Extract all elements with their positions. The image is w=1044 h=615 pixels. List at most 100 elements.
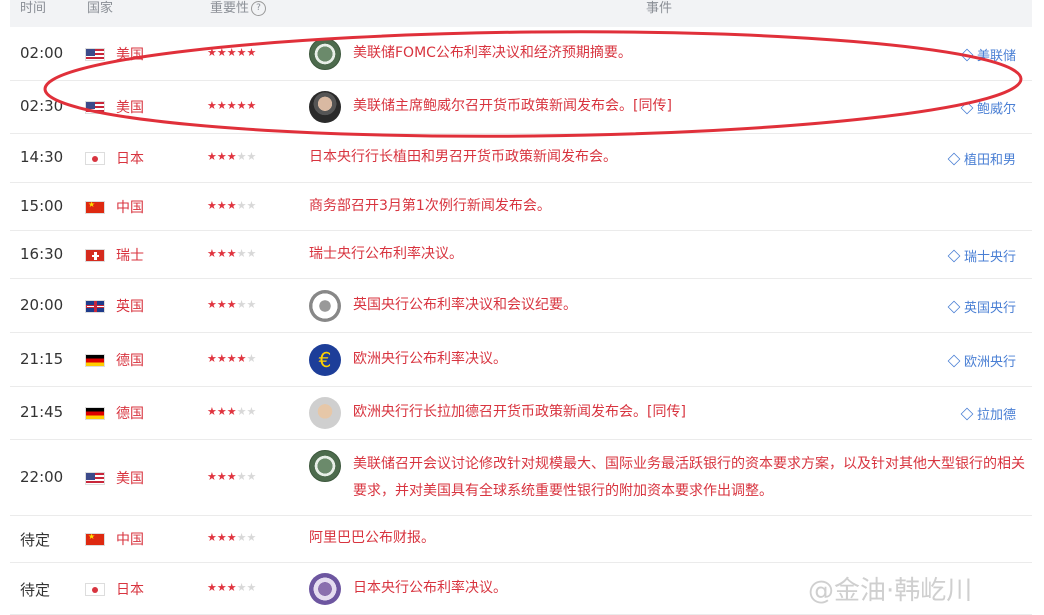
related-tag-link[interactable]: 鲍威尔 [960, 98, 1016, 117]
star-empty-icon: ★ [236, 246, 247, 260]
star-filled-icon: ★ [226, 405, 237, 418]
star-filled-icon: ★ [226, 351, 237, 365]
event-description[interactable]: 日本央行行长植田和男召开货币政策新闻发布会。 [309, 144, 617, 171]
country-label: 日本 [116, 581, 144, 598]
related-tag-link[interactable]: 植田和男 [947, 149, 1016, 168]
star-filled-icon: ★ [216, 351, 227, 365]
event-description[interactable]: 瑞士央行公布利率决议。 [309, 241, 463, 268]
header-importance-label: 重要性 [210, 1, 250, 16]
flag-de-icon [85, 407, 105, 420]
importance-stars: ★★★★★ [207, 298, 256, 311]
star-filled-icon: ★ [226, 469, 237, 483]
star-empty-icon: ★ [246, 531, 257, 544]
related-tag-link[interactable]: 欧洲央行 [947, 351, 1016, 370]
star-empty-icon: ★ [236, 580, 247, 594]
star-empty-icon: ★ [246, 150, 257, 163]
related-tag-label: 欧洲央行 [963, 354, 1016, 370]
country-label: 德国 [116, 352, 144, 369]
importance-stars: ★★★★★ [207, 247, 256, 260]
star-filled-icon: ★ [226, 246, 237, 260]
related-tag-link[interactable]: 美联储 [960, 45, 1016, 64]
event-time: 待定 [20, 531, 51, 549]
boe-logo-icon [309, 289, 341, 322]
star-empty-icon: ★ [236, 469, 247, 483]
star-filled-icon: ★ [216, 469, 227, 483]
flag-jp-icon [85, 152, 105, 165]
event-description[interactable]: 美联储召开会议讨论修改针对规模最大、国际业务最活跃银行的资本要求方案，以及针对其… [353, 451, 1033, 505]
importance-stars: ★★★★★ [207, 470, 256, 483]
table-row[interactable]: 02:00 美国 ★★★★★ 美联储FOMC公布利率决议和经济预期摘要。 美联储 [10, 28, 1032, 81]
star-filled-icon: ★ [226, 46, 237, 59]
event-description[interactable]: 商务部召开3月第1次例行新闻发布会。 [309, 193, 551, 220]
star-filled-icon: ★ [236, 99, 247, 112]
star-filled-icon: ★ [207, 198, 217, 212]
star-filled-icon: ★ [226, 531, 237, 544]
weibo-watermark: @金油·韩屹川 [808, 576, 973, 606]
star-filled-icon: ★ [216, 531, 227, 544]
help-icon[interactable]: ? [251, 1, 267, 16]
star-filled-icon: ★ [207, 580, 217, 594]
star-filled-icon: ★ [216, 99, 227, 112]
cube-icon [960, 101, 974, 115]
related-tag-label: 瑞士央行 [963, 249, 1016, 265]
table-row[interactable]: 02:30 美国 ★★★★★ 美联储主席鲍威尔召开货币政策新闻发布会。[同传] 鲍威尔 [10, 81, 1032, 134]
related-tag-label: 鲍威尔 [976, 102, 1016, 117]
star-filled-icon: ★ [207, 531, 217, 544]
table-row[interactable]: 14:30 日本 ★★★★★ 日本央行行长植田和男召开货币政策新闻发布会。 植田和男 [10, 134, 1032, 183]
star-empty-icon: ★ [236, 150, 247, 163]
event-time: 22:00 [20, 467, 64, 486]
table-row[interactable]: 22:00 美国 ★★★★★ 美联储召开会议讨论修改针对规模最大、国际业务最活跃银行的… [10, 440, 1032, 516]
star-filled-icon: ★ [246, 46, 257, 59]
star-filled-icon: ★ [207, 469, 217, 483]
star-filled-icon: ★ [216, 246, 227, 260]
event-description[interactable]: 欧洲央行公布利率决议。 [353, 346, 507, 373]
star-empty-icon: ★ [246, 351, 257, 365]
table-row[interactable]: 16:30 瑞士 ★★★★★ 瑞士央行公布利率决议。 瑞士央行 [10, 231, 1032, 279]
event-description[interactable]: 美联储主席鲍威尔召开货币政策新闻发布会。[同传] [353, 93, 672, 120]
cube-icon [960, 48, 974, 62]
related-tag-link[interactable]: 瑞士央行 [947, 246, 1016, 265]
related-tag-label: 美联储 [976, 49, 1016, 64]
star-filled-icon: ★ [207, 246, 217, 260]
cube-icon [947, 152, 961, 166]
related-tag-link[interactable]: 拉加德 [960, 404, 1016, 423]
table-row[interactable]: 待定中国★★★★★阿里巴巴公布财报。 [10, 516, 1032, 563]
fed-logo-icon [309, 450, 341, 482]
cube-icon [960, 407, 974, 421]
cube-icon [947, 354, 961, 367]
star-empty-icon: ★ [246, 198, 257, 212]
table-row[interactable]: 15:00中国★★★★★商务部召开3月第1次例行新闻发布会。 [10, 183, 1032, 231]
table-header: 时间 国家 重要性? 事件 [10, 0, 1032, 27]
table-row[interactable]: 21:45 德国 ★★★★★ 欧洲央行行长拉加德召开货币政策新闻发布会。[同传] 拉加德 [10, 387, 1032, 440]
related-tag-link[interactable]: 英国央行 [947, 297, 1016, 316]
cube-icon [947, 249, 961, 262]
related-tag-label: 拉加德 [976, 408, 1016, 423]
event-description[interactable]: 欧洲央行行长拉加德召开货币政策新闻发布会。[同传] [353, 399, 686, 426]
star-filled-icon: ★ [226, 297, 237, 311]
star-empty-icon: ★ [236, 297, 247, 311]
star-empty-icon: ★ [246, 297, 257, 311]
lagarde-logo-icon [309, 397, 341, 429]
importance-stars: ★★★★★ [207, 405, 256, 418]
table-row[interactable]: 21:15 德国 ★★★★★ € 欧洲央行公布利率决议。 欧洲央行 [10, 333, 1032, 387]
related-tag-label: 植田和男 [963, 153, 1016, 168]
event-description[interactable]: 英国央行公布利率决议和会议纪要。 [353, 292, 577, 319]
event-time: 待定 [20, 580, 51, 599]
event-description[interactable]: 日本央行公布利率决议。 [353, 575, 507, 602]
star-filled-icon: ★ [226, 198, 237, 212]
flag-cn-icon [85, 533, 105, 546]
header-importance: 重要性? [210, 0, 267, 16]
star-filled-icon: ★ [216, 297, 227, 311]
flag-gb-icon [85, 299, 105, 313]
star-filled-icon: ★ [207, 405, 217, 418]
event-description[interactable]: 阿里巴巴公布财报。 [309, 525, 435, 552]
country-label: 日本 [116, 151, 144, 167]
importance-stars: ★★★★★ [207, 99, 256, 112]
importance-stars: ★★★★★ [207, 581, 256, 594]
importance-stars: ★★★★★ [207, 352, 256, 365]
star-filled-icon: ★ [226, 99, 237, 112]
event-description[interactable]: 美联储FOMC公布利率决议和经济预期摘要。 [353, 40, 632, 67]
country-label: 美国 [116, 470, 144, 487]
importance-stars: ★★★★★ [207, 150, 256, 163]
table-row[interactable]: 20:00 英国 ★★★★★ 英国央行公布利率决议和会议纪要。 英国央行 [10, 279, 1032, 333]
